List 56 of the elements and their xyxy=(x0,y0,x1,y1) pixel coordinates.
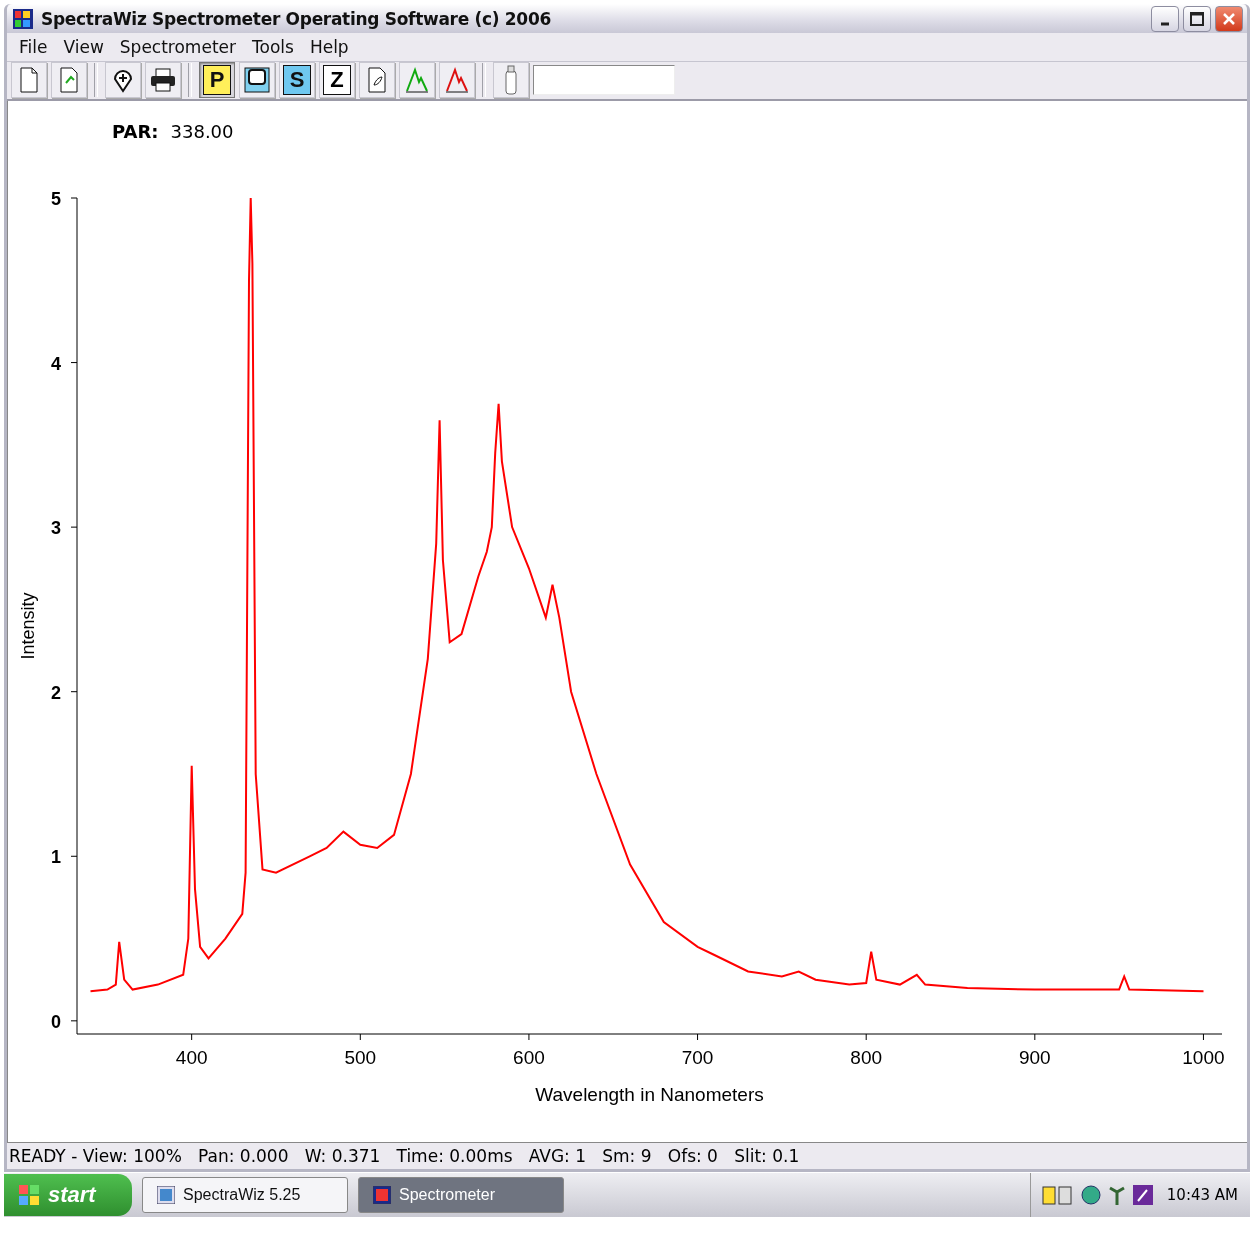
menu-item[interactable]: Spectrometer xyxy=(111,36,244,57)
minimize-button[interactable] xyxy=(1151,5,1179,32)
minimize-icon xyxy=(1160,21,1170,26)
x-tick-label: 700 xyxy=(681,1047,714,1069)
windows-logo-icon xyxy=(18,1184,40,1206)
y-tick-label: 2 xyxy=(51,682,61,703)
vial-icon xyxy=(504,65,518,96)
x-tick-label: 800 xyxy=(850,1047,883,1069)
app-icon xyxy=(157,1186,175,1204)
input-field[interactable] xyxy=(533,65,675,96)
app-icon xyxy=(373,1186,391,1204)
menu-item[interactable]: Help xyxy=(301,36,357,57)
peak-icon xyxy=(445,67,469,94)
pen-icon xyxy=(1132,1185,1153,1205)
maximize-button[interactable] xyxy=(1183,5,1211,32)
close-button[interactable] xyxy=(1215,5,1243,32)
status-text: READY - View: 100% Pan: 0.000 W: 0.371 Time: 0.00ms AVG: 1 Sm: 9 Ofs: 0 Slit: 0.1 xyxy=(9,1146,800,1166)
taskbar-button[interactable]: Spectrometer xyxy=(358,1177,564,1213)
printer-icon xyxy=(150,68,176,93)
document-arrow-icon xyxy=(58,67,80,94)
y-tick-label: 4 xyxy=(51,353,61,374)
x-tick-label: 500 xyxy=(344,1047,377,1069)
toolbar-button[interactable] xyxy=(145,62,181,99)
y-axis-title: Intensity xyxy=(18,592,38,660)
taskbar-button[interactable]: SpectraWiz 5.25 xyxy=(142,1177,348,1213)
close-icon xyxy=(1222,11,1236,26)
toolbar-button[interactable] xyxy=(105,62,141,99)
clock: 10:43 AM xyxy=(1166,1186,1238,1204)
par-label: PAR: xyxy=(112,121,159,143)
document-icon xyxy=(18,67,40,94)
x-tick-label: 900 xyxy=(1018,1047,1051,1069)
menu-item[interactable]: Tools xyxy=(244,36,302,57)
x-tick-label: 1000 xyxy=(1182,1047,1225,1069)
document-leaf-icon xyxy=(366,67,388,94)
y-tick-label: 1 xyxy=(51,847,61,868)
x-axis-title: Wavelength in Nanometers xyxy=(535,1084,764,1106)
y-tick-label: 0 xyxy=(51,1011,61,1032)
x-tick-label: 600 xyxy=(513,1047,545,1069)
app-logo-icon xyxy=(13,8,33,29)
monitor-icon xyxy=(244,67,270,94)
pin-icon xyxy=(112,67,134,94)
window-title: SpectraWiz Spectrometer Operating Software (c) 2006 xyxy=(41,8,552,29)
toolbar-button[interactable]: Z xyxy=(319,62,355,99)
menu-item[interactable]: File xyxy=(11,36,56,57)
toolbar-button[interactable]: S xyxy=(279,62,315,99)
globe-icon xyxy=(1080,1185,1101,1205)
toolbar-button[interactable]: P xyxy=(199,62,235,99)
toolbar-button[interactable] xyxy=(239,62,275,99)
maximize-icon xyxy=(1190,11,1204,26)
peak-icon xyxy=(405,67,429,94)
menu-item[interactable]: View xyxy=(55,36,112,57)
y-tick-label: 5 xyxy=(51,189,61,210)
par-value: 338.00 xyxy=(170,121,234,143)
y-tick-label: 3 xyxy=(51,518,61,539)
x-tick-label: 400 xyxy=(175,1047,208,1069)
tray-devices-icon xyxy=(1040,1184,1075,1206)
